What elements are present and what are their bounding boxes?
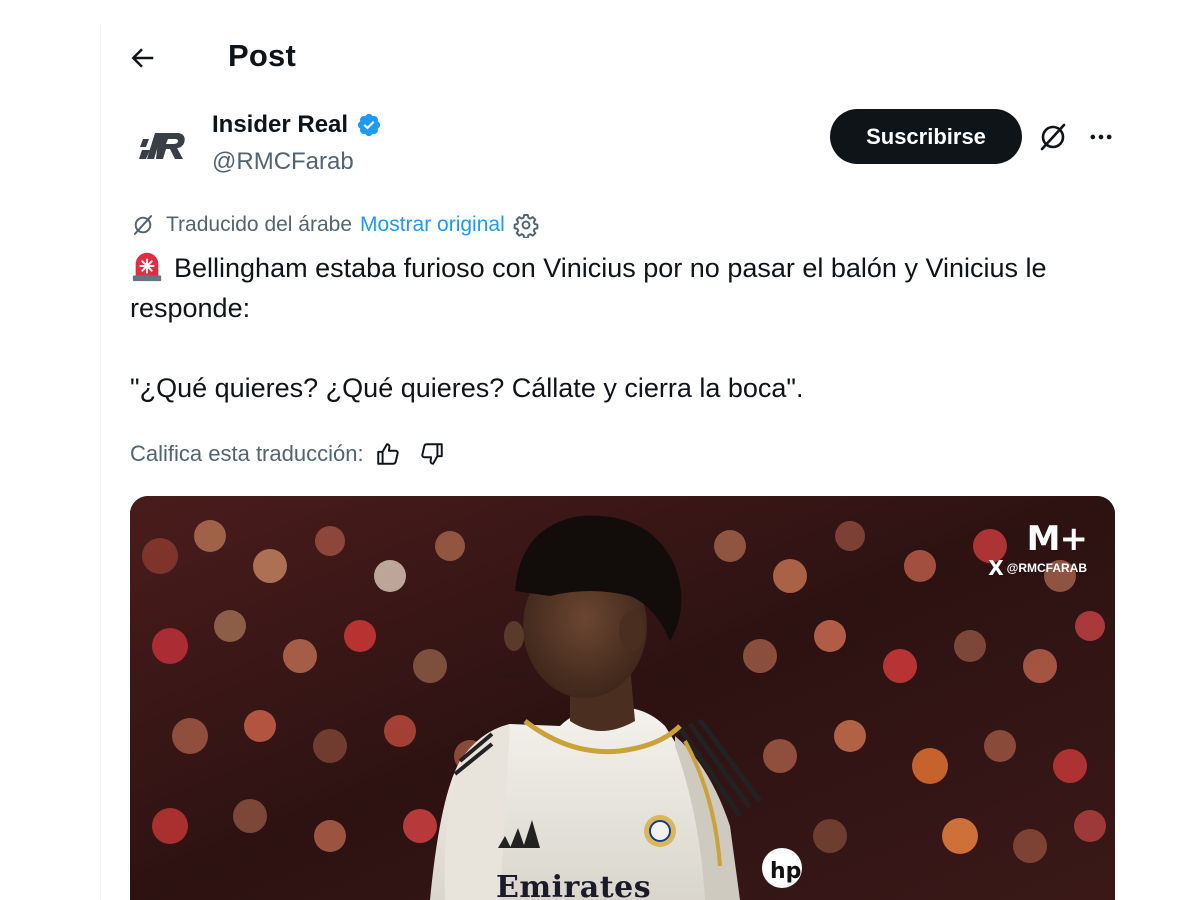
svg-text:hp: hp	[770, 859, 801, 884]
post-media-video[interactable]: hp Emirates M+ X @RMCFARAB	[130, 496, 1115, 900]
grok-translate-icon	[133, 215, 153, 235]
watermark-handle-row: X @RMCFARAB	[988, 556, 1087, 580]
translation-notice: Traducido del árabe Mostrar original	[130, 210, 539, 240]
watermark-handle: @RMCFARAB	[1006, 561, 1087, 575]
thumbs-down-button[interactable]	[416, 438, 448, 470]
video-watermark: M+ X @RMCFARAB	[988, 519, 1088, 580]
post-header: Post	[128, 36, 296, 80]
back-button[interactable]	[122, 38, 162, 78]
post-text: Bellingham estaba furioso con Vinicius p…	[130, 248, 1110, 408]
gear-icon[interactable]	[513, 212, 539, 238]
post-text-line-2: "¿Qué quieres? ¿Qué quieres? Cállate y c…	[130, 373, 804, 403]
siren-emoji-icon	[132, 252, 162, 282]
author-handle[interactable]: @RMCFarab	[212, 148, 354, 176]
thumbs-up-button[interactable]	[372, 438, 404, 470]
author-name-row: Insider Real	[212, 111, 382, 139]
show-original-link[interactable]: Mostrar original	[360, 213, 505, 237]
movistar-plus-logo: M+	[1026, 519, 1088, 559]
arrow-left-icon	[131, 48, 154, 68]
x-logo-icon: X	[988, 556, 1004, 580]
thumbs-down-icon	[420, 443, 443, 465]
column-divider	[100, 25, 101, 900]
verified-badge-icon	[357, 113, 381, 137]
avatar[interactable]	[130, 112, 196, 178]
insider-real-logo-icon	[139, 133, 185, 159]
video-frame-image: hp	[130, 496, 1115, 900]
page-title: Post	[228, 38, 296, 73]
post-text-line-1: Bellingham estaba furioso con Vinicius p…	[130, 253, 1047, 323]
translated-from-text: Traducido del árabe	[166, 213, 353, 236]
more-horizontal-icon	[1090, 134, 1112, 140]
grok-icon	[1040, 123, 1066, 151]
author-name[interactable]: Insider Real	[212, 111, 348, 139]
subscribe-button[interactable]: Suscribirse	[830, 109, 1022, 164]
grok-button[interactable]	[1034, 118, 1072, 156]
post-page: Post Insider Real @RMCFarab Suscribirse	[0, 0, 1200, 900]
rate-translation-label: Califica esta traducción:	[130, 441, 364, 466]
jersey-sponsor-text: Emirates	[496, 870, 652, 900]
more-options-button[interactable]	[1082, 118, 1120, 156]
thumbs-up-icon	[376, 443, 399, 465]
rate-translation: Califica esta traducción:	[130, 438, 448, 470]
